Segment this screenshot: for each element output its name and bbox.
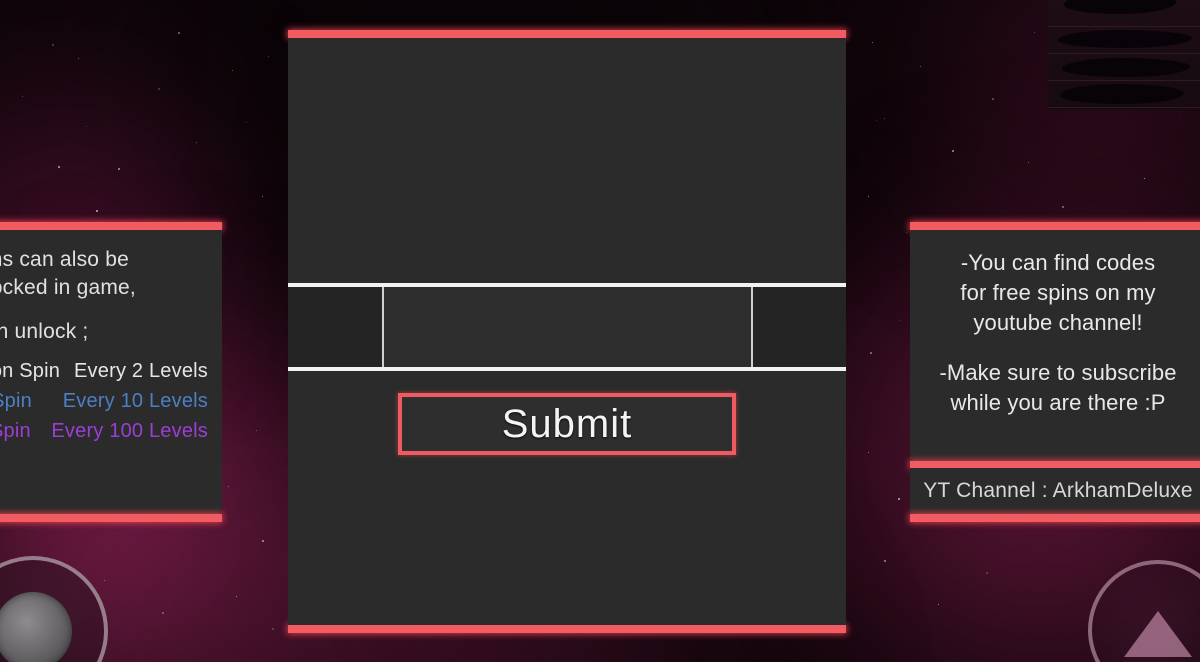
spin-tier-name: c Spin xyxy=(0,420,31,442)
star xyxy=(906,232,908,234)
youtube-info-line: -You can find codes xyxy=(960,250,1156,275)
spins-info-line: can unlock ; xyxy=(0,320,89,343)
star xyxy=(868,196,870,198)
star xyxy=(52,44,54,46)
star xyxy=(196,142,198,144)
redaction-mark xyxy=(1060,84,1184,104)
star xyxy=(228,486,230,488)
star xyxy=(1062,206,1065,209)
star xyxy=(118,168,120,170)
dialog-top-accent-bar xyxy=(288,30,846,38)
star xyxy=(868,452,870,454)
star xyxy=(262,540,264,542)
spin-tier-row: c Spin Every 100 Levels xyxy=(0,420,208,443)
redaction-mark xyxy=(1064,0,1176,14)
star xyxy=(272,628,275,631)
star xyxy=(22,96,24,98)
redacted-row xyxy=(1048,0,1200,27)
youtube-info-body: -You can find codes for free spins on my… xyxy=(910,230,1200,461)
code-input-field[interactable] xyxy=(384,287,752,367)
dialog-bottom-accent-bar xyxy=(288,625,846,633)
star xyxy=(268,56,270,58)
star xyxy=(236,596,238,598)
submit-button[interactable]: Submit xyxy=(398,393,736,455)
star xyxy=(232,70,234,72)
star xyxy=(256,430,258,432)
redaction-mark xyxy=(1058,30,1192,48)
star xyxy=(158,88,161,91)
redacted-hud-panel xyxy=(1048,0,1200,110)
input-left-cell xyxy=(288,287,385,367)
star xyxy=(938,604,940,606)
spin-tier-frequency: Every 100 Levels xyxy=(51,420,208,442)
star xyxy=(884,118,886,120)
spin-tier-frequency: Every 2 Levels xyxy=(74,360,208,382)
code-input-row xyxy=(288,283,846,371)
star xyxy=(900,320,902,322)
star xyxy=(178,32,181,35)
star xyxy=(78,58,80,60)
dialog-body: Submit xyxy=(288,38,846,625)
spin-tier-table: mon Spin Every 2 Levels e Spin Every 10 … xyxy=(0,360,208,443)
star xyxy=(58,166,61,169)
youtube-info-line: while you are there :P xyxy=(950,390,1166,415)
redaction-mark xyxy=(1062,58,1190,77)
youtube-info-line: youtube channel! xyxy=(973,310,1143,335)
youtube-info-line: for free spins on my xyxy=(960,280,1156,305)
star xyxy=(162,612,164,614)
panel-bottom-accent-bar xyxy=(0,514,222,522)
star xyxy=(870,352,872,354)
star xyxy=(898,498,900,500)
spin-tier-name: mon Spin xyxy=(0,360,61,382)
dialog-title-area xyxy=(288,38,846,283)
panel-top-accent-bar xyxy=(0,222,222,230)
star xyxy=(920,66,922,68)
panel-divider-accent-bar xyxy=(910,461,1200,468)
spin-tier-row: e Spin Every 10 Levels xyxy=(0,390,208,413)
spins-info-line: pins can also be xyxy=(0,248,129,271)
youtube-info-line: -Make sure to subscribe xyxy=(939,360,1177,385)
star xyxy=(104,580,106,582)
star xyxy=(872,42,874,44)
star xyxy=(86,126,88,128)
star xyxy=(884,560,887,563)
star xyxy=(1144,178,1146,180)
game-screen: pins can also be nlocked in game, can un… xyxy=(0,0,1200,662)
up-arrow-icon xyxy=(1124,611,1192,657)
panel-bottom-accent-bar xyxy=(910,514,1200,522)
youtube-channel-label: YT Channel : ArkhamDeluxe xyxy=(910,468,1200,514)
spins-info-body: pins can also be nlocked in game, can un… xyxy=(0,230,222,514)
star xyxy=(246,122,248,124)
submit-area: Submit xyxy=(288,371,846,455)
input-right-cell xyxy=(751,287,846,367)
star xyxy=(96,210,98,212)
star xyxy=(1028,162,1030,164)
redacted-row xyxy=(1048,27,1200,54)
joystick-knob[interactable] xyxy=(0,592,72,662)
spin-tier-name: e Spin xyxy=(0,390,32,412)
spin-tier-frequency: Every 10 Levels xyxy=(62,390,208,412)
redacted-row xyxy=(1048,54,1200,81)
star xyxy=(876,120,878,122)
spins-info-line: nlocked in game, xyxy=(0,276,136,299)
spin-tier-row: mon Spin Every 2 Levels xyxy=(0,360,208,383)
star xyxy=(952,150,954,152)
code-redeem-dialog: Submit xyxy=(288,30,846,633)
redacted-row xyxy=(1048,81,1200,108)
star xyxy=(992,98,995,101)
youtube-info-panel: -You can find codes for free spins on my… xyxy=(910,222,1200,522)
star xyxy=(1034,32,1036,34)
star xyxy=(262,196,264,198)
star xyxy=(986,572,988,574)
spins-info-panel: pins can also be nlocked in game, can un… xyxy=(0,222,222,522)
panel-top-accent-bar xyxy=(910,222,1200,230)
